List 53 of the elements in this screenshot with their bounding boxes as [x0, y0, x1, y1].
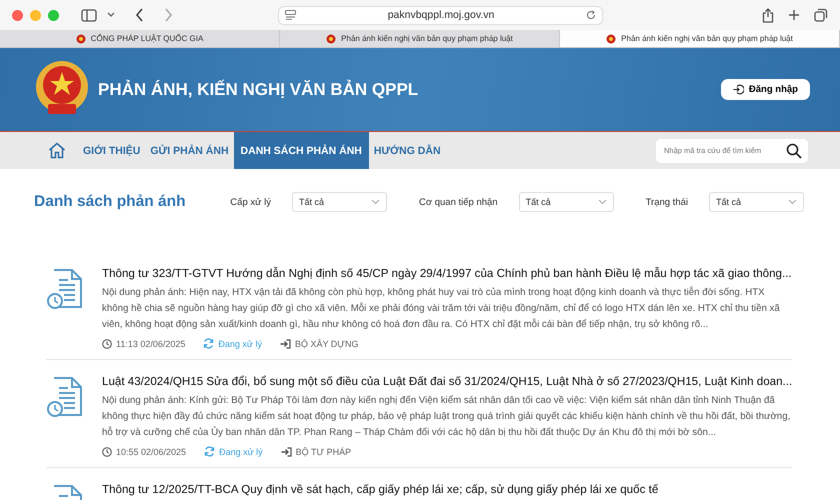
clock-icon [102, 446, 112, 456]
login-button[interactable]: Đăng nhập [720, 79, 810, 100]
emblem-icon [76, 34, 86, 44]
page-menu-icon [285, 10, 296, 20]
item-status: Đang xử lý [219, 446, 263, 456]
sync-icon [204, 446, 216, 457]
item-title[interactable]: Thông tư 12/2025/TT-BCA Quy định về sát hạch, cấp giấy phép lái xe; cấp, sử dụng giấy phép lái xe quốc tế [102, 482, 792, 497]
item-description: Nội dung phản ánh: Kính gửi: Bộ Tư Pháp Tôi làm đơn này kiến nghị đến Viện kiểm sát nhân dân tối cao về việc: Viện kiểm sát nhân dân tỉnh Ninh Thuận đã không thực hiện đầy đủ chức năng kiểm sát hoạt động tư pháp, bảo vệ pháp luật trong quá trình giải quyết các khiếu kiện hành chính về thu hồi đất, bồi thường, hỗ trợ và cưỡng chế của Ủy ban nhân dân TP. Phan Rang – Tháp Chàm đối với các hộ dân bị thu hồi đất thuộc Dự án Khu đô thị mới bờ sôn... [102, 394, 792, 440]
item-status: Đang xử lý [218, 338, 262, 348]
browser-tab[interactable]: Phản ánh kiến nghị văn bản quy phạm pháp luật [560, 30, 840, 47]
emblem-icon [606, 34, 616, 44]
chevron-down-icon [598, 199, 607, 205]
chevron-down-icon [370, 199, 380, 205]
item-description: Nội dung phản ánh: Hiện nay, HTX vận tải đã không còn phù hợp, không phát huy vai trò của mình trong hoạt động kinh doanh và thực tiễn đời sống. HTX không hề chia sẽ nguồn hàng hay giúp đỡ gì cho xã viên. Mỗi xe phải đóng vài trăm tới vài triệu đồng/năm, chỉ để có logo HTX dán lên xe. HTX chỉ thu tiền xã viên, không hoạt động sản xuất/kinh doanh gì, hầu như không có hoá đơn đầu ra. Có HTX chỉ đặt mỗi cái bàn để tiếp nhận, trụ sở không rõ... [102, 286, 781, 332]
home-icon[interactable] [48, 142, 66, 159]
nav-link[interactable]: GỬI PHẢN ÁNH [145, 132, 234, 169]
filter-dropdown[interactable]: Tất cả [518, 192, 614, 212]
emblem-icon [326, 34, 336, 44]
sign-in-icon [732, 84, 744, 95]
browser-tab[interactable]: CỔNG PHÁP LUẬT QUỐC GIA [0, 30, 280, 47]
item-title[interactable]: Luật 43/2024/QH15 Sửa đổi, bổ sung một số điều của Luật Đất đai số 31/2024/QH15, Luật Nhà ở số 27/2023/QH15, Luật Kinh doan... [102, 374, 792, 389]
page-title: Danh sách phản ánh [34, 193, 186, 211]
filter-dropdown[interactable]: Tất cả [292, 192, 387, 212]
sign-in-icon [280, 446, 292, 456]
filter-label: Trạng thái [646, 196, 688, 208]
nav-link[interactable]: GIỚI THIỆU [78, 132, 146, 169]
tabs-overview-icon[interactable] [814, 8, 828, 22]
clock-icon [102, 338, 112, 348]
chevron-down-icon[interactable] [107, 12, 115, 18]
nav-link[interactable]: DANH SÁCH PHẢN ÁNH [234, 132, 369, 169]
item-time: 11:13 02/06/2025 [116, 338, 186, 348]
browser-tab[interactable]: Phản ánh kiến nghị văn bản quy phạm pháp luật [280, 30, 560, 47]
sidebar-icon[interactable] [81, 8, 97, 22]
item-agency: BỘ TƯ PHÁP [296, 446, 352, 456]
item-time: 10:55 02/06/2025 [116, 446, 186, 456]
new-tab-icon[interactable] [788, 9, 800, 21]
reload-icon[interactable] [586, 10, 596, 20]
share-icon[interactable] [762, 8, 774, 22]
url-text: paknvbqppl.moj.gov.vn [386, 9, 496, 21]
sign-in-icon [280, 338, 291, 348]
site-title: PHẢN ÁNH, KIẾN NGHỊ VĂN BẢN QPPL [98, 80, 420, 100]
nav-link[interactable]: HƯỚNG DẪN [368, 132, 446, 169]
search-icon[interactable] [786, 142, 802, 158]
close-window-icon[interactable] [12, 10, 23, 20]
filter-dropdown[interactable]: Tất cả [709, 192, 804, 212]
item-title[interactable]: Thông tư 323/TT-GTVT Hướng dẫn Nghị định số 45/CP ngày 29/4/1997 của Chính phủ ban hành Điều lệ mẫu hợp tác xã giao thông... [102, 266, 792, 281]
sync-icon [203, 338, 214, 349]
back-icon[interactable] [135, 8, 144, 22]
filter-label: Cơ quan tiếp nhận [418, 196, 498, 208]
chevron-down-icon [788, 199, 797, 205]
address-bar[interactable]: paknvbqppl.moj.gov.vn [278, 6, 603, 24]
item-agency: BỘ XÂY DỰNG [294, 338, 358, 348]
filter-label: Cấp xử lý [230, 196, 271, 208]
